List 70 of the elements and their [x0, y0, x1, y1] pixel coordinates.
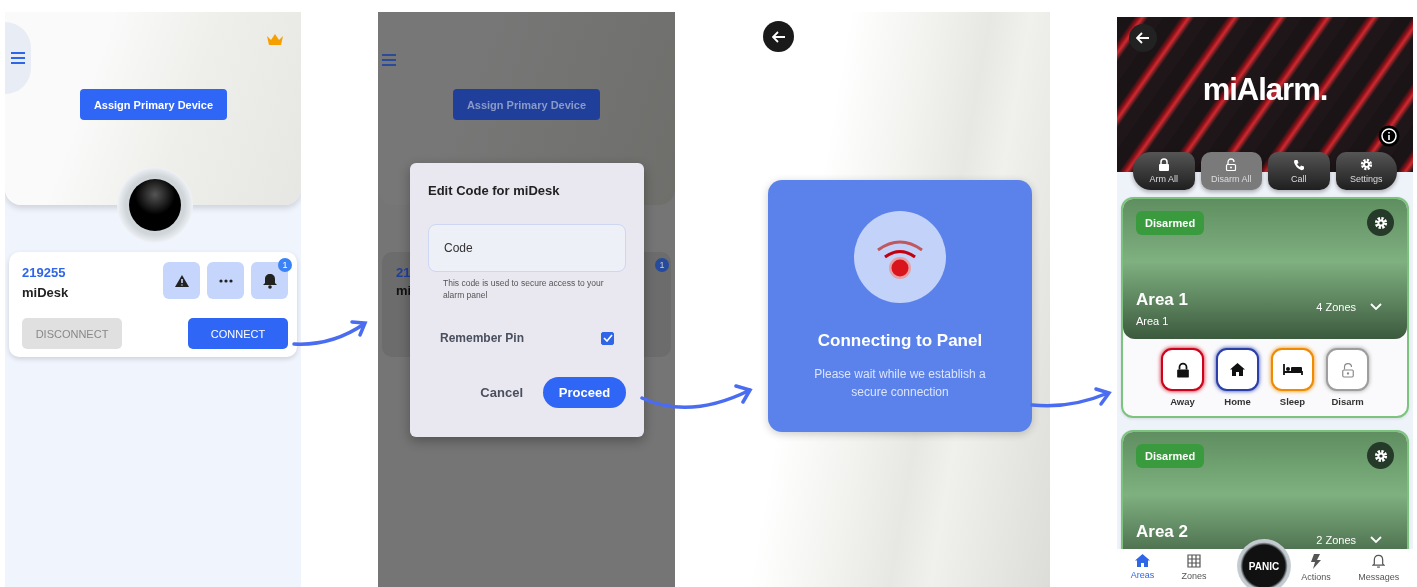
- arm-mode-label: Away: [1170, 396, 1195, 407]
- settings-icon: [1373, 448, 1388, 463]
- device-name: mi: [396, 283, 412, 298]
- remember-pin-checkbox[interactable]: [601, 331, 614, 345]
- status-badge: Disarmed: [1136, 210, 1205, 235]
- zone-count: 2 Zones: [1316, 534, 1356, 546]
- unlock-icon: [1340, 361, 1355, 378]
- bed-icon: [1282, 363, 1303, 376]
- lock-icon: [1157, 158, 1170, 171]
- phone-icon: [1292, 158, 1305, 171]
- chevron-down-icon[interactable]: [1370, 536, 1382, 544]
- nav-tab[interactable]: Actions: [1301, 554, 1331, 582]
- unlock-icon: [1225, 158, 1238, 171]
- settings-button[interactable]: [1367, 442, 1394, 469]
- assign-primary-device-button[interactable]: Assign Primary Device: [453, 89, 600, 120]
- arm-mode-button[interactable]: [1216, 348, 1259, 391]
- dots-icon: [218, 278, 233, 283]
- connecting-message: Please wait while we establish a secure connection: [813, 366, 987, 401]
- nav-tab[interactable]: Areas: [1130, 554, 1155, 580]
- zone-count: 4 Zones: [1316, 301, 1356, 313]
- signal-icon: [854, 211, 946, 303]
- chevron-down-icon[interactable]: [1370, 303, 1382, 311]
- connecting-title: Connecting to Panel: [817, 331, 983, 351]
- arm-mode-label: Sleep: [1279, 396, 1306, 407]
- nav-tab[interactable]: Zones: [1181, 554, 1207, 581]
- bell-icon: [1372, 554, 1386, 569]
- proceed-button[interactable]: Proceed: [543, 377, 626, 408]
- more-button[interactable]: [207, 262, 244, 299]
- back-arrow-icon: [1136, 32, 1150, 44]
- area-subtitle: Area 1: [1136, 315, 1170, 327]
- notification-badge: 1: [278, 258, 292, 272]
- alert-button[interactable]: [163, 262, 200, 299]
- connection-button[interactable]: CONNECT: [188, 318, 288, 349]
- settings-button[interactable]: [1367, 209, 1394, 236]
- menu-tab[interactable]: [5, 22, 31, 94]
- quick-action-button[interactable]: Arm All: [1133, 152, 1195, 190]
- code-input-field[interactable]: Code: [428, 224, 626, 272]
- device-number: 21: [396, 265, 411, 280]
- helper-text: This code is used to secure access to your alarm panel: [443, 277, 605, 301]
- warning-icon: [173, 273, 190, 288]
- cancel-button[interactable]: Cancel: [474, 384, 529, 401]
- grid-icon: [1187, 554, 1202, 568]
- lightning-icon: [1311, 554, 1322, 569]
- nav-tab[interactable]: Messages: [1358, 554, 1400, 582]
- area-name: Area 2: [1136, 522, 1189, 542]
- info-icon[interactable]: [1378, 125, 1400, 147]
- remember-pin-label: Remember Pin: [440, 331, 525, 345]
- lock-icon: [1175, 361, 1190, 378]
- quick-action-button[interactable]: Call: [1268, 152, 1330, 190]
- bell-icon: [262, 272, 277, 289]
- arm-mode-button[interactable]: [1161, 348, 1204, 391]
- device-name: miDesk: [22, 285, 70, 300]
- settings-icon: [1359, 158, 1373, 171]
- arm-mode-label: Disarm: [1331, 396, 1364, 407]
- settings-icon: [1373, 215, 1388, 230]
- home-icon: [1134, 554, 1150, 567]
- arm-mode-label: Home: [1224, 396, 1251, 407]
- area-name: Area 1: [1136, 290, 1189, 310]
- device-number: 219255: [22, 265, 67, 280]
- back-button[interactable]: [763, 21, 794, 52]
- dialog-title: Edit Code for miDesk: [428, 183, 561, 198]
- back-arrow-icon: [771, 30, 786, 43]
- quick-action-button[interactable]: Settings: [1335, 152, 1397, 190]
- arm-mode-button[interactable]: [1271, 348, 1314, 391]
- menu-icon[interactable]: [10, 52, 26, 64]
- back-button[interactable]: [1129, 24, 1157, 52]
- assign-primary-device-button[interactable]: Assign Primary Device: [80, 89, 227, 120]
- notification-badge: 1: [655, 258, 669, 272]
- home-icon: [1230, 363, 1245, 376]
- status-badge: Disarmed: [1136, 443, 1205, 468]
